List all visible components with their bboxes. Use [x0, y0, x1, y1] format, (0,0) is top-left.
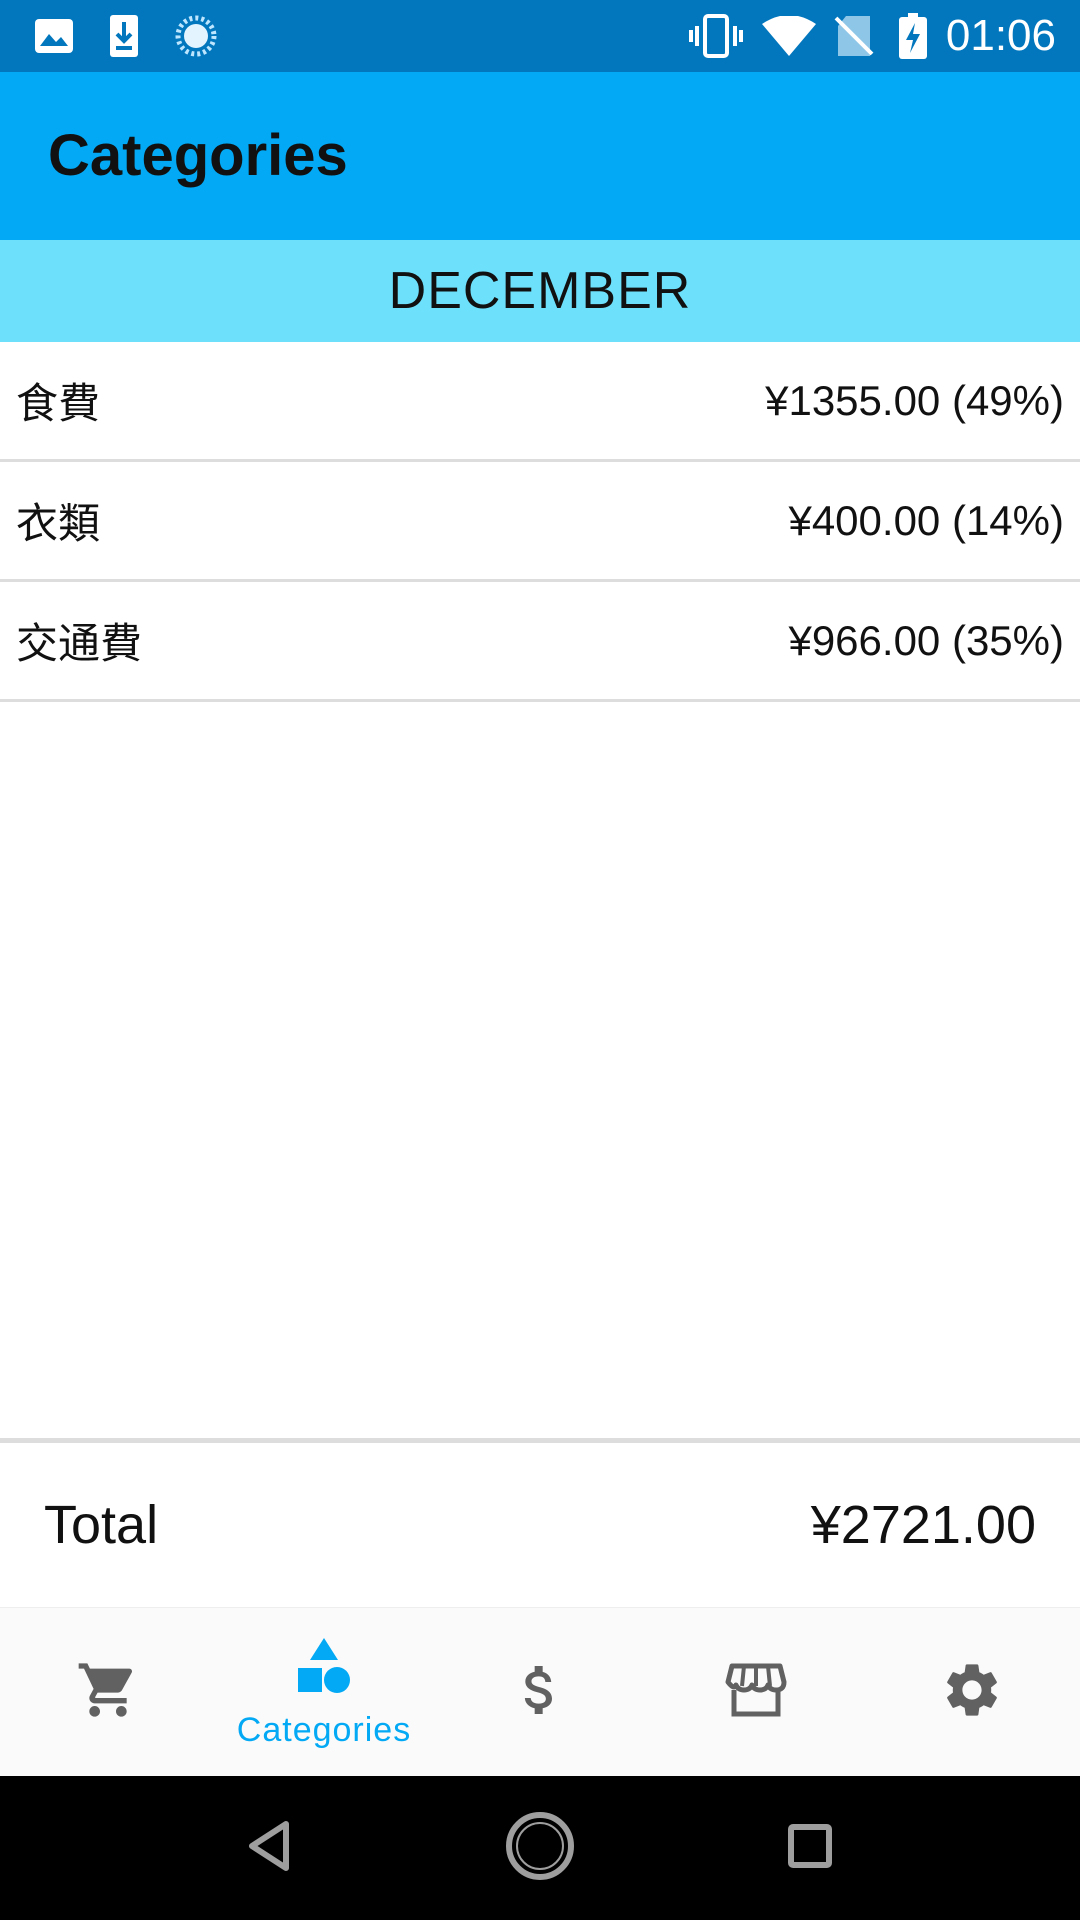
total-value: ¥2721.00 [810, 1495, 1036, 1555]
recents-button[interactable] [768, 1806, 852, 1890]
category-list: 食費 ¥1355.00 (49%) 衣類 ¥400.00 (14%) 交通費 ¥… [0, 342, 1080, 702]
sync-icon [174, 14, 218, 58]
list-item[interactable]: 食費 ¥1355.00 (49%) [0, 342, 1080, 462]
total-row: Total ¥2721.00 [0, 1443, 1080, 1607]
status-time: 01:06 [945, 11, 1056, 60]
nav-item-store[interactable] [648, 1608, 864, 1776]
category-amount: ¥1355.00 (49%) [765, 376, 1064, 424]
total-label: Total [44, 1495, 159, 1555]
nav-label-categories: Categories [236, 1711, 412, 1749]
nav-item-settings[interactable] [864, 1608, 1080, 1776]
dollar-icon [508, 1658, 572, 1727]
list-item[interactable]: 交通費 ¥966.00 (35%) [0, 582, 1080, 702]
category-amount: ¥966.00 (35%) [788, 616, 1064, 664]
cart-icon [76, 1658, 140, 1727]
bottom-nav: Categories [0, 1607, 1080, 1776]
nav-item-dollar[interactable] [432, 1608, 648, 1776]
download-icon [108, 14, 140, 58]
back-icon [246, 1820, 294, 1877]
system-nav-bar [0, 1776, 1080, 1920]
category-amount: ¥400.00 (14%) [788, 496, 1064, 544]
settings-icon [940, 1658, 1004, 1727]
page-title: Categories [48, 123, 348, 188]
nav-item-cart[interactable] [0, 1608, 216, 1776]
list-item[interactable]: 衣類 ¥400.00 (14%) [0, 462, 1080, 582]
no-sim-icon [834, 14, 874, 58]
image-icon [34, 14, 74, 58]
wifi-icon [762, 14, 816, 58]
status-bar: 01:06 [0, 0, 1080, 72]
home-button[interactable] [498, 1806, 582, 1890]
month-header[interactable]: DECEMBER [0, 240, 1080, 342]
app-bar: Categories [0, 72, 1080, 240]
month-label: DECEMBER [388, 262, 692, 320]
category-name: 食費 [16, 379, 101, 428]
battery-charging-icon [898, 13, 928, 59]
recents-icon [788, 1823, 832, 1873]
vibrate-icon [688, 14, 744, 58]
nav-item-categories[interactable]: Categories [216, 1608, 432, 1776]
home-icon [504, 1810, 576, 1887]
category-name: 交通費 [16, 619, 143, 668]
back-button[interactable] [228, 1806, 312, 1890]
store-icon [724, 1658, 788, 1727]
categories-icon [292, 1634, 356, 1703]
category-name: 衣類 [16, 499, 101, 548]
